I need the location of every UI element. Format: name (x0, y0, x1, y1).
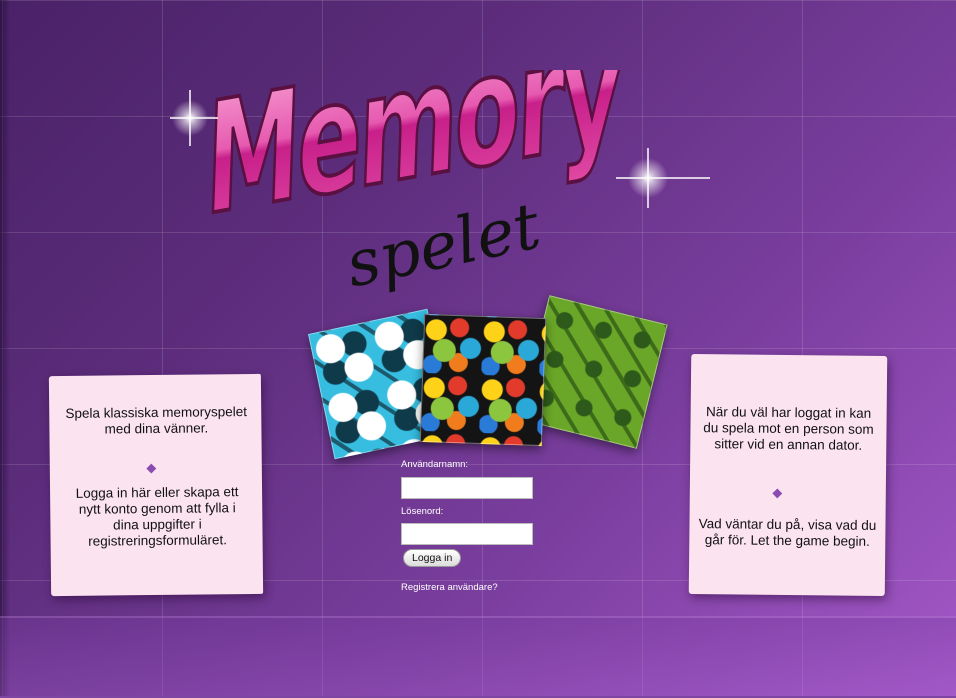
diamond-icon (146, 463, 157, 474)
login-button[interactable]: Logga in (403, 549, 462, 567)
password-label: Lösenord: (401, 506, 444, 517)
username-label: Användarnamn: (401, 459, 469, 470)
login-form: Användarnamn: Lösenord: Logga in Registr… (400, 458, 570, 598)
info-note-right: När du väl har loggat in kan du spela mo… (688, 353, 888, 597)
memory-card-paisley-pattern (419, 313, 547, 447)
memory-logo: Memory spelet (162, 0, 730, 310)
note-right-cta: Vad väntar du på, visa vad du går för. L… (698, 516, 877, 549)
note-left-intro: Spela klassiska memoryspelet med dina vä… (65, 404, 248, 437)
left-edge-shadow (0, 0, 10, 696)
username-input[interactable] (401, 477, 533, 499)
note-left-instructions: Logga in här eller skapa ett nytt konto … (75, 484, 239, 549)
info-note-left: Spela klassiska memoryspelet med dina vä… (48, 373, 264, 597)
note-right-intro: När du väl har loggat in kan du spela mo… (703, 404, 874, 453)
password-input[interactable] (401, 523, 533, 545)
register-link[interactable]: Registrera användare? (401, 582, 498, 593)
diamond-icon (772, 488, 783, 499)
bottom-band (0, 616, 956, 698)
memory-cards (300, 295, 668, 470)
sparkle-icon (616, 148, 710, 208)
